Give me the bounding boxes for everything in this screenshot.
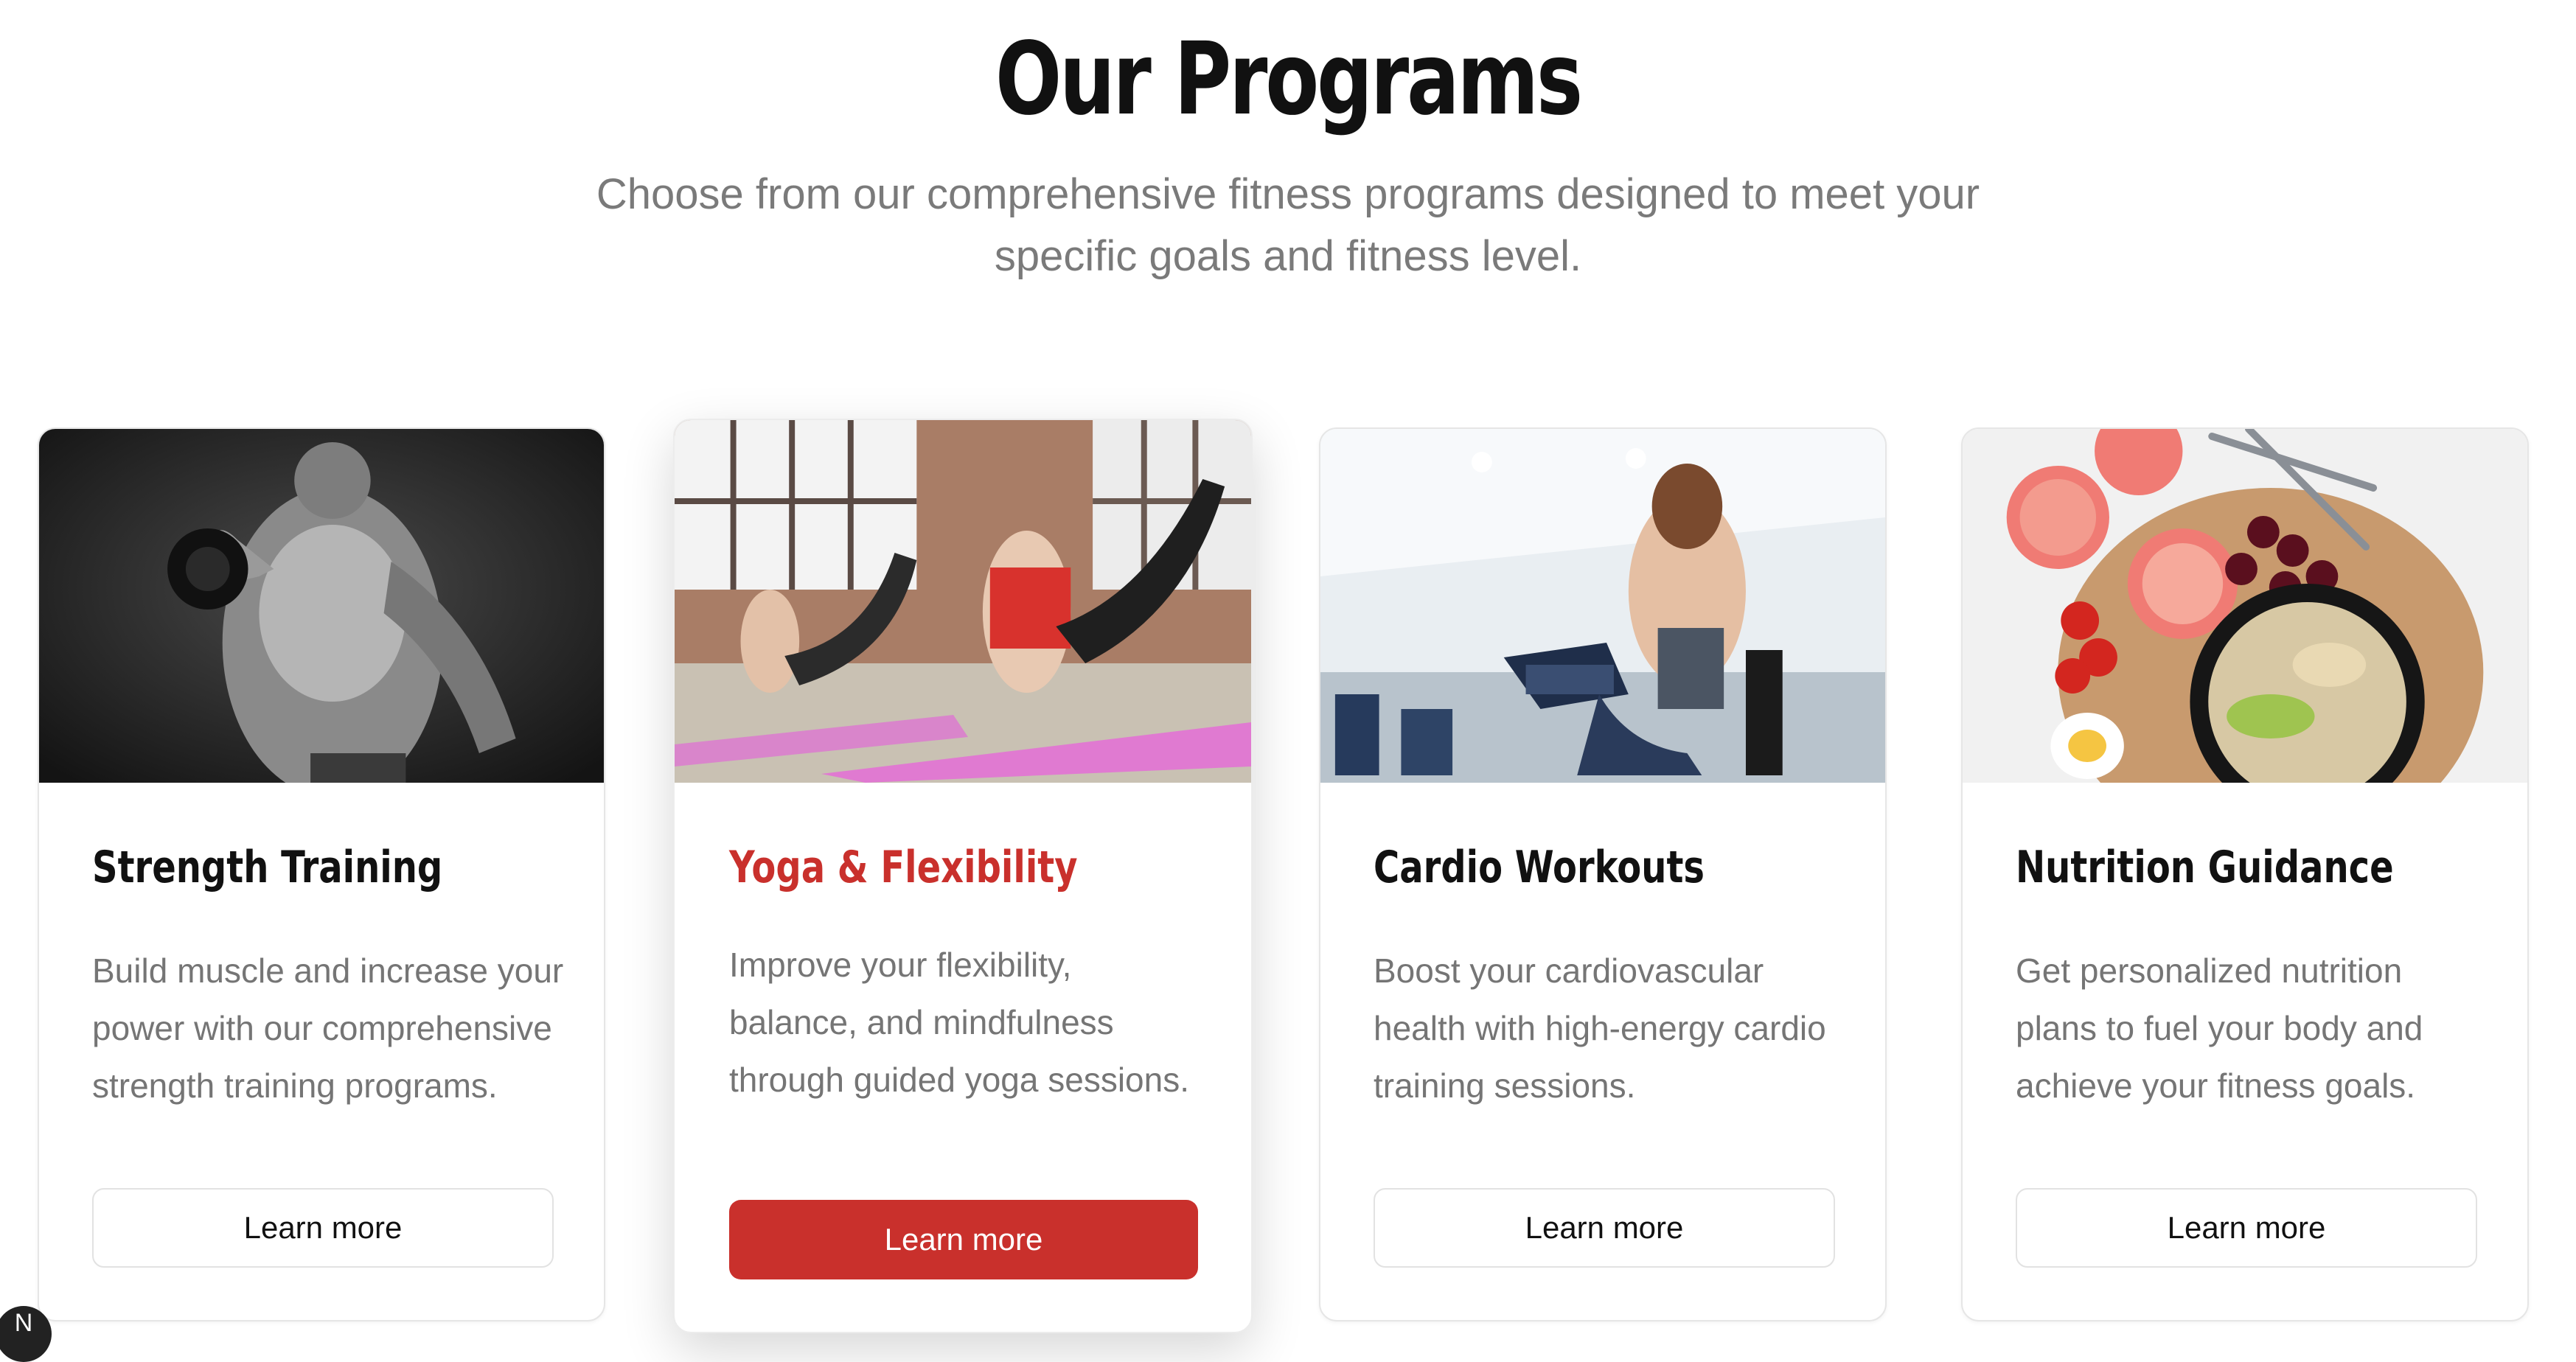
program-card-yoga: Yoga & Flexibility Improve your flexibil… <box>673 419 1253 1333</box>
card-title: Cardio Workouts <box>1374 842 1705 893</box>
section-subtitle: Choose from our comprehensive fitness pr… <box>596 170 1980 280</box>
card-title: Nutrition Guidance <box>2016 842 2394 893</box>
dev-tools-badge[interactable]: N <box>0 1306 52 1362</box>
learn-more-button[interactable]: Learn more <box>1374 1188 1835 1268</box>
yoga-flexibility-image <box>675 420 1251 783</box>
learn-more-button[interactable]: Learn more <box>2016 1188 2477 1268</box>
learn-more-button[interactable]: Learn more <box>92 1188 554 1268</box>
program-card-cardio: Cardio Workouts Boost your cardiovascula… <box>1319 427 1887 1321</box>
card-description: Improve your flexibility, balance, and m… <box>729 946 1189 1099</box>
section-title: Our Programs <box>995 21 1583 138</box>
program-card-strength: Strength Training Build muscle and incre… <box>38 427 605 1321</box>
card-title: Yoga & Flexibility <box>729 842 1078 893</box>
card-description: Build muscle and increase your power wit… <box>92 951 564 1105</box>
cardio-workouts-image <box>1320 429 1885 783</box>
card-description: Get personalized nutrition plans to fuel… <box>2016 951 2423 1105</box>
program-card-nutrition: Nutrition Guidance Get personalized nutr… <box>1961 427 2529 1321</box>
learn-more-button[interactable]: Learn more <box>729 1200 1198 1279</box>
card-description: Boost your cardiovascular health with hi… <box>1374 951 1826 1105</box>
strength-training-image <box>39 429 604 783</box>
nutrition-guidance-image <box>1963 429 2527 783</box>
card-title: Strength Training <box>92 842 443 893</box>
